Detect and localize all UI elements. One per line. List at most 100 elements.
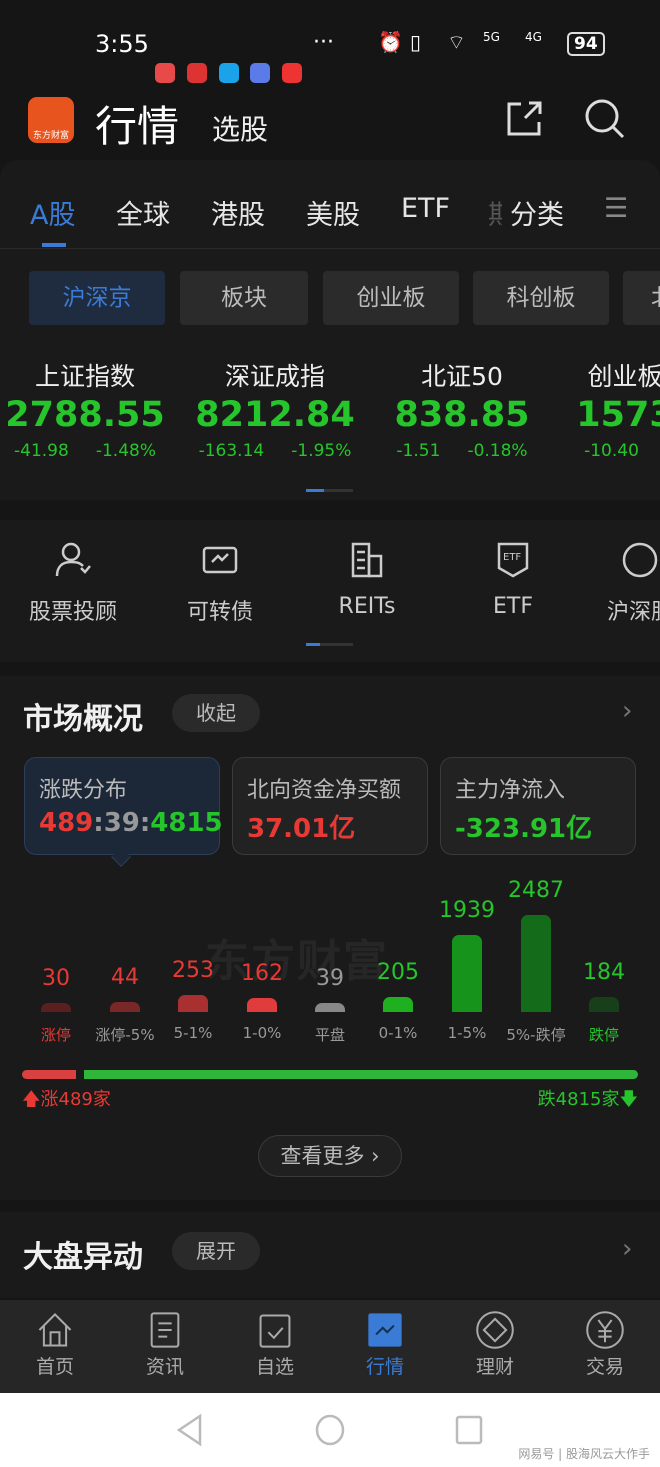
expand-button[interactable]: 展开 — [172, 1232, 260, 1270]
subtab-chinext[interactable]: 创业板 — [323, 271, 459, 325]
chevron-right-icon[interactable]: › — [622, 696, 632, 726]
nav-wealth[interactable]: 理财 — [460, 1310, 530, 1379]
view-more-button[interactable]: 查看更多 › — [258, 1135, 402, 1177]
index-value: 2788.55 — [5, 395, 165, 435]
app-logo[interactable]: 东方财富 — [28, 97, 74, 143]
tab-futures[interactable]: 期 — [488, 193, 502, 232]
sep: : — [139, 808, 151, 838]
tab-global[interactable]: 全球 — [116, 193, 170, 232]
bar-value-label: 1939 — [439, 898, 495, 923]
page-title: 行情 — [95, 102, 180, 151]
index-change: -10.40 — [584, 441, 639, 461]
bar-value-label: 205 — [377, 960, 419, 985]
card-label: 北向资金净买额 — [247, 778, 402, 803]
distribution-bar — [383, 997, 413, 1012]
battery-icon: 94 — [567, 32, 605, 56]
index-card[interactable]: 上证指数 2788.55 -41.98 -1.48% — [0, 357, 180, 461]
recents-icon[interactable] — [454, 1414, 484, 1446]
index-card[interactable]: 北证50 838.85 -1.51 -0.18% — [367, 357, 557, 461]
nav-label: 自选 — [255, 1356, 294, 1378]
tab-a-shares[interactable]: A股 — [30, 193, 75, 232]
home-icon[interactable] — [314, 1413, 346, 1447]
quick-entry-label: 可转债 — [186, 600, 253, 625]
distribution-bar — [41, 1003, 71, 1012]
search-icon[interactable] — [584, 98, 626, 140]
index-change: -163.14 — [198, 441, 265, 461]
market-icon — [368, 1313, 402, 1347]
index-pct: -1.95% — [291, 441, 352, 461]
tab-etf[interactable]: ETF — [401, 193, 450, 224]
bar-value-label: 30 — [42, 966, 70, 991]
nav-label: 理财 — [475, 1356, 514, 1378]
distribution-bar — [315, 1003, 345, 1012]
tab-category[interactable]: 分类 — [510, 193, 564, 232]
nav-label: 行情 — [365, 1356, 404, 1378]
index-value: 838.85 — [394, 395, 530, 435]
sep: : — [93, 808, 104, 838]
music-app-icon — [250, 63, 270, 83]
etf-icon — [622, 542, 658, 578]
quick-entry[interactable]: REITs — [317, 540, 417, 619]
up-total-label: 涨489家 — [40, 1089, 111, 1110]
card-label: 主力净流入 — [455, 778, 566, 803]
view-more-label: 查看更多 — [280, 1144, 365, 1168]
quick-entry[interactable]: 股票投顾 — [23, 540, 123, 626]
home-icon — [38, 1313, 72, 1347]
nav-news[interactable]: 资讯 — [130, 1310, 200, 1379]
huawei-app-icon — [155, 63, 175, 83]
alarm-icon: ⏰ — [378, 30, 403, 54]
divider — [0, 248, 660, 249]
quick-scrollbar[interactable] — [306, 643, 353, 646]
movers-title: 大盘异动 — [23, 1240, 143, 1275]
subtab-hushenjing[interactable]: 沪深京 — [29, 271, 165, 325]
tab-hk[interactable]: 港股 — [211, 193, 265, 232]
toutiao-app-icon — [282, 63, 302, 83]
subtab-sector[interactable]: 板块 — [180, 271, 308, 325]
index-name: 上证指数 — [34, 362, 135, 391]
nav-market[interactable]: 行情 — [350, 1310, 420, 1379]
tab-us[interactable]: 美股 — [306, 193, 360, 232]
card-main-flow[interactable]: 主力净流入 -323.91亿 — [440, 757, 636, 855]
nav-trade[interactable]: 交易 — [570, 1310, 640, 1379]
wealth-icon — [476, 1311, 514, 1349]
card-northbound[interactable]: 北向资金净买额 37.01亿 — [232, 757, 428, 855]
subtab-bse[interactable]: 北 — [623, 271, 660, 325]
clock: 3:55 — [95, 30, 149, 58]
up-total: 🡅涨489家 — [22, 1085, 111, 1117]
distribution-bar — [247, 998, 277, 1012]
quick-entry-label: 沪深股 — [606, 600, 660, 625]
wifi-icon: ⌔ — [447, 30, 466, 54]
nav-label: 首页 — [35, 1356, 74, 1378]
index-name: 深证成指 — [224, 362, 325, 391]
subtab-star[interactable]: 科创板 — [473, 271, 609, 325]
stock-picker-link[interactable]: 选股 — [212, 108, 268, 148]
tab-indicator — [42, 243, 66, 247]
index-value: 8212.84 — [195, 395, 355, 435]
bar-category-label: 5-1% — [173, 1024, 213, 1042]
advisor-icon — [55, 542, 91, 577]
chevron-right-icon[interactable]: › — [622, 1234, 632, 1264]
quick-entry[interactable]: 可转债 — [170, 540, 270, 626]
index-scrollbar[interactable] — [306, 489, 353, 492]
quick-entry[interactable]: ETF ETF — [463, 540, 563, 619]
nav-label: 资讯 — [145, 1356, 184, 1378]
quick-entry[interactable]: 沪深股 — [590, 540, 660, 626]
bar-value-label: 2487 — [508, 878, 564, 903]
index-card[interactable]: 深证成指 8212.84 -163.14 -1.95% — [180, 357, 370, 461]
collapse-button[interactable]: 收起 — [172, 694, 260, 732]
down-count: 4815 — [150, 808, 223, 838]
bar-value-label: 253 — [172, 958, 214, 983]
nav-watchlist[interactable]: 自选 — [240, 1310, 310, 1379]
index-card[interactable]: 创业板 1573 -10.40 — [530, 357, 660, 461]
bottom-nav — [0, 1300, 660, 1393]
vibrate-icon: ▯ — [410, 30, 422, 54]
index-pct: -0.18% — [467, 441, 528, 461]
share-icon[interactable] — [505, 100, 543, 138]
back-icon[interactable] — [174, 1413, 204, 1447]
watchlist-icon — [259, 1314, 291, 1348]
nav-home[interactable]: 首页 — [20, 1310, 90, 1379]
bar-category-label: 1-5% — [447, 1024, 487, 1042]
card-distribution[interactable]: 涨跌分布 489:39:4815 — [24, 757, 223, 855]
menu-icon[interactable]: ☰ — [604, 193, 628, 224]
bar-category-label: 跌停 — [588, 1026, 619, 1044]
